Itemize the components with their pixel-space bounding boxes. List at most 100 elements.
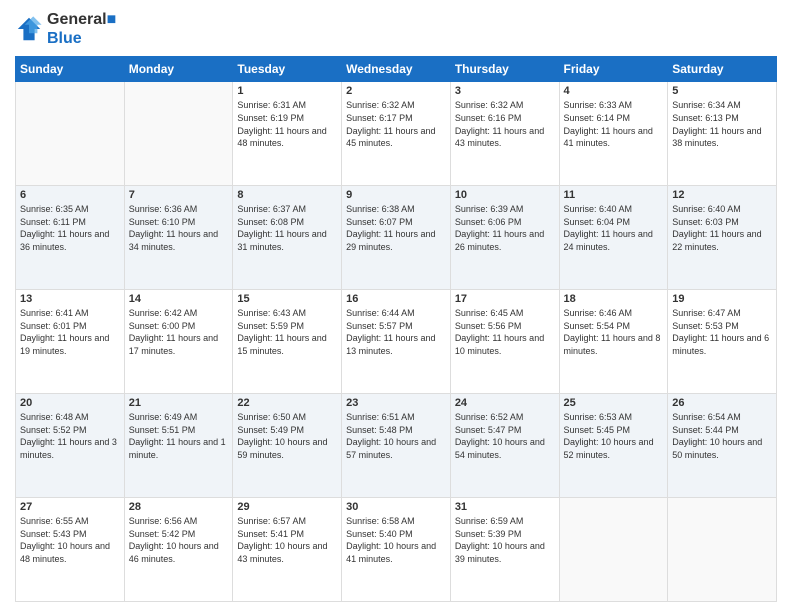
calendar-cell: 31 Sunrise: 6:59 AMSunset: 5:39 PMDayligh… bbox=[450, 498, 559, 602]
calendar-cell: 10 Sunrise: 6:39 AMSunset: 6:06 PMDayligh… bbox=[450, 186, 559, 290]
calendar-cell bbox=[559, 498, 668, 602]
calendar-cell: 16Sunrise: 6:44 AMSunset: 5:57 PMDayligh… bbox=[342, 290, 451, 394]
calendar-cell: 1 Sunrise: 6:31 AMSunset: 6:19 PMDaylight… bbox=[233, 82, 342, 186]
day-info: Sunrise: 6:35 AMSunset: 6:11 PMDaylight:… bbox=[20, 203, 120, 253]
day-number: 12 bbox=[672, 189, 772, 201]
calendar-cell: 11 Sunrise: 6:40 AMSunset: 6:04 PMDayligh… bbox=[559, 186, 668, 290]
day-info: Sunrise: 6:32 AMSunset: 6:17 PMDaylight:… bbox=[346, 99, 446, 149]
calendar-cell bbox=[16, 82, 125, 186]
day-info: Sunrise: 6:31 AMSunset: 6:19 PMDaylight:… bbox=[237, 99, 337, 149]
day-info: Sunrise: 6:53 AMSunset: 5:45 PMDaylight:… bbox=[564, 411, 664, 461]
calendar-cell: 20Sunrise: 6:48 AMSunset: 5:52 PMDayligh… bbox=[16, 394, 125, 498]
weekday-header-thursday: Thursday bbox=[450, 57, 559, 82]
day-number: 31 bbox=[455, 501, 555, 513]
calendar-cell: 6 Sunrise: 6:35 AMSunset: 6:11 PMDaylight… bbox=[16, 186, 125, 290]
day-number: 1 bbox=[237, 85, 337, 97]
day-number: 28 bbox=[129, 501, 229, 513]
day-number: 4 bbox=[564, 85, 664, 97]
day-info: Sunrise: 6:46 AMSunset: 5:54 PMDaylight:… bbox=[564, 307, 664, 357]
day-number: 11 bbox=[564, 189, 664, 201]
calendar-cell: 2 Sunrise: 6:32 AMSunset: 6:17 PMDaylight… bbox=[342, 82, 451, 186]
calendar-cell: 30 Sunrise: 6:58 AMSunset: 5:40 PMDayligh… bbox=[342, 498, 451, 602]
calendar-cell: 9 Sunrise: 6:38 AMSunset: 6:07 PMDaylight… bbox=[342, 186, 451, 290]
day-number: 15 bbox=[237, 293, 337, 305]
day-info: Sunrise: 6:41 AMSunset: 6:01 PMDaylight:… bbox=[20, 307, 120, 357]
week-row-1: 1 Sunrise: 6:31 AMSunset: 6:19 PMDaylight… bbox=[16, 82, 777, 186]
day-number: 30 bbox=[346, 501, 446, 513]
calendar-cell: 12 Sunrise: 6:40 AMSunset: 6:03 PMDayligh… bbox=[668, 186, 777, 290]
weekday-header-wednesday: Wednesday bbox=[342, 57, 451, 82]
day-info: Sunrise: 6:59 AMSunset: 5:39 PMDaylight:… bbox=[455, 515, 555, 565]
day-info: Sunrise: 6:36 AMSunset: 6:10 PMDaylight:… bbox=[129, 203, 229, 253]
calendar-cell: 8 Sunrise: 6:37 AMSunset: 6:08 PMDaylight… bbox=[233, 186, 342, 290]
calendar-cell: 27Sunrise: 6:55 AMSunset: 5:43 PMDayligh… bbox=[16, 498, 125, 602]
calendar-cell: 24Sunrise: 6:52 AMSunset: 5:47 PMDayligh… bbox=[450, 394, 559, 498]
day-info: Sunrise: 6:43 AMSunset: 5:59 PMDaylight:… bbox=[237, 307, 337, 357]
calendar-cell: 7 Sunrise: 6:36 AMSunset: 6:10 PMDaylight… bbox=[124, 186, 233, 290]
logo: General■ Blue bbox=[15, 10, 116, 48]
day-number: 26 bbox=[672, 397, 772, 409]
day-info: Sunrise: 6:39 AMSunset: 6:06 PMDaylight:… bbox=[455, 203, 555, 253]
day-number: 5 bbox=[672, 85, 772, 97]
week-row-2: 6 Sunrise: 6:35 AMSunset: 6:11 PMDaylight… bbox=[16, 186, 777, 290]
day-number: 9 bbox=[346, 189, 446, 201]
day-number: 10 bbox=[455, 189, 555, 201]
weekday-header-sunday: Sunday bbox=[16, 57, 125, 82]
logo-text: General■ Blue bbox=[47, 10, 116, 48]
week-row-3: 13 Sunrise: 6:41 AMSunset: 6:01 PMDayligh… bbox=[16, 290, 777, 394]
calendar-cell: 4Sunrise: 6:33 AMSunset: 6:14 PMDaylight… bbox=[559, 82, 668, 186]
weekday-header-tuesday: Tuesday bbox=[233, 57, 342, 82]
weekday-header-monday: Monday bbox=[124, 57, 233, 82]
day-number: 18 bbox=[564, 293, 664, 305]
day-number: 23 bbox=[346, 397, 446, 409]
day-number: 3 bbox=[455, 85, 555, 97]
day-info: Sunrise: 6:57 AMSunset: 5:41 PMDaylight:… bbox=[237, 515, 337, 565]
day-number: 2 bbox=[346, 85, 446, 97]
day-number: 22 bbox=[237, 397, 337, 409]
day-number: 13 bbox=[20, 293, 120, 305]
logo-icon bbox=[15, 15, 43, 43]
day-info: Sunrise: 6:37 AMSunset: 6:08 PMDaylight:… bbox=[237, 203, 337, 253]
day-info: Sunrise: 6:58 AMSunset: 5:40 PMDaylight:… bbox=[346, 515, 446, 565]
weekday-header-friday: Friday bbox=[559, 57, 668, 82]
day-info: Sunrise: 6:40 AMSunset: 6:04 PMDaylight:… bbox=[564, 203, 664, 253]
calendar-cell: 3 Sunrise: 6:32 AMSunset: 6:16 PMDaylight… bbox=[450, 82, 559, 186]
day-number: 16 bbox=[346, 293, 446, 305]
weekday-header-row: SundayMondayTuesdayWednesdayThursdayFrid… bbox=[16, 57, 777, 82]
calendar-cell: 25 Sunrise: 6:53 AMSunset: 5:45 PMDayligh… bbox=[559, 394, 668, 498]
day-info: Sunrise: 6:34 AMSunset: 6:13 PMDaylight:… bbox=[672, 99, 772, 149]
day-number: 24 bbox=[455, 397, 555, 409]
calendar-cell: 18 Sunrise: 6:46 AMSunset: 5:54 PMDayligh… bbox=[559, 290, 668, 394]
day-info: Sunrise: 6:42 AMSunset: 6:00 PMDaylight:… bbox=[129, 307, 229, 357]
day-info: Sunrise: 6:50 AMSunset: 5:49 PMDaylight:… bbox=[237, 411, 337, 461]
day-number: 27 bbox=[20, 501, 120, 513]
calendar: SundayMondayTuesdayWednesdayThursdayFrid… bbox=[15, 56, 777, 602]
calendar-cell: 23Sunrise: 6:51 AMSunset: 5:48 PMDayligh… bbox=[342, 394, 451, 498]
day-info: Sunrise: 6:32 AMSunset: 6:16 PMDaylight:… bbox=[455, 99, 555, 149]
calendar-cell bbox=[124, 82, 233, 186]
calendar-cell: 29 Sunrise: 6:57 AMSunset: 5:41 PMDayligh… bbox=[233, 498, 342, 602]
calendar-cell: 28 Sunrise: 6:56 AMSunset: 5:42 PMDayligh… bbox=[124, 498, 233, 602]
week-row-5: 27Sunrise: 6:55 AMSunset: 5:43 PMDayligh… bbox=[16, 498, 777, 602]
day-info: Sunrise: 6:45 AMSunset: 5:56 PMDaylight:… bbox=[455, 307, 555, 357]
day-info: Sunrise: 6:56 AMSunset: 5:42 PMDaylight:… bbox=[129, 515, 229, 565]
day-number: 8 bbox=[237, 189, 337, 201]
day-number: 25 bbox=[564, 397, 664, 409]
day-info: Sunrise: 6:38 AMSunset: 6:07 PMDaylight:… bbox=[346, 203, 446, 253]
page: General■ Blue SundayMondayTuesdayWednesd… bbox=[0, 0, 792, 612]
calendar-cell: 26 Sunrise: 6:54 AMSunset: 5:44 PMDayligh… bbox=[668, 394, 777, 498]
day-number: 20 bbox=[20, 397, 120, 409]
calendar-cell: 15 Sunrise: 6:43 AMSunset: 5:59 PMDayligh… bbox=[233, 290, 342, 394]
calendar-cell: 13 Sunrise: 6:41 AMSunset: 6:01 PMDayligh… bbox=[16, 290, 125, 394]
day-info: Sunrise: 6:40 AMSunset: 6:03 PMDaylight:… bbox=[672, 203, 772, 253]
day-number: 7 bbox=[129, 189, 229, 201]
day-number: 17 bbox=[455, 293, 555, 305]
day-info: Sunrise: 6:54 AMSunset: 5:44 PMDaylight:… bbox=[672, 411, 772, 461]
week-row-4: 20Sunrise: 6:48 AMSunset: 5:52 PMDayligh… bbox=[16, 394, 777, 498]
calendar-cell: 17 Sunrise: 6:45 AMSunset: 5:56 PMDayligh… bbox=[450, 290, 559, 394]
day-number: 29 bbox=[237, 501, 337, 513]
calendar-cell: 19Sunrise: 6:47 AMSunset: 5:53 PMDayligh… bbox=[668, 290, 777, 394]
day-number: 6 bbox=[20, 189, 120, 201]
calendar-cell bbox=[668, 498, 777, 602]
calendar-cell: 5 Sunrise: 6:34 AMSunset: 6:13 PMDaylight… bbox=[668, 82, 777, 186]
